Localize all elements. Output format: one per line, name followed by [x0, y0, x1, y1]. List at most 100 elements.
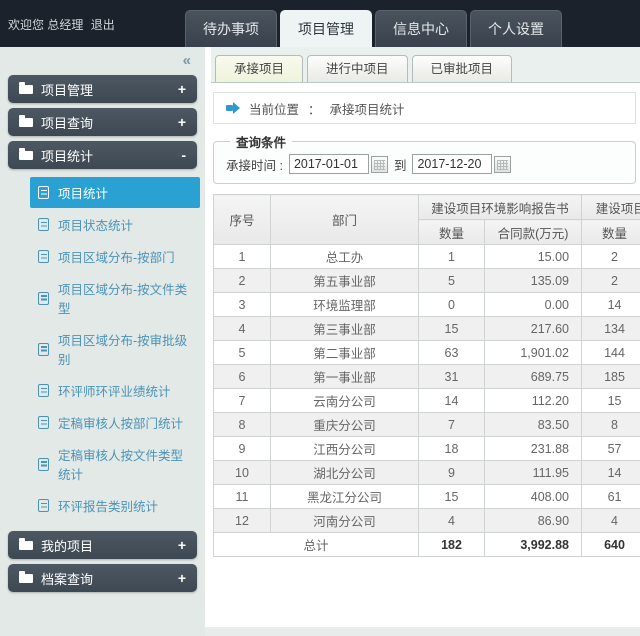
- document-icon: [38, 458, 49, 471]
- date-from-input[interactable]: [289, 154, 369, 174]
- top-tab-2[interactable]: 项目管理: [280, 10, 372, 47]
- table-row: 2第五事业部5135.092: [214, 269, 640, 293]
- cell-seq: 11: [214, 485, 271, 509]
- document-icon: [38, 250, 49, 263]
- cell-amount: 0.00: [485, 293, 582, 317]
- logout-link[interactable]: 退出: [91, 18, 115, 32]
- document-icon: [38, 499, 49, 512]
- cell-count1: 15: [419, 317, 485, 341]
- subcol-header: 数量: [582, 220, 640, 245]
- cell-seq: 2: [214, 269, 271, 293]
- expand-toggle-icon[interactable]: +: [178, 570, 186, 586]
- top-tab-3[interactable]: 信息中心: [375, 10, 467, 47]
- cell-amount: 408.00: [485, 485, 582, 509]
- sidebar-item[interactable]: 环评师环评业绩统计: [30, 375, 200, 406]
- cell-amount: 15.00: [485, 245, 582, 269]
- sidebar-item[interactable]: 项目状态统计: [30, 209, 200, 240]
- table-row: 3环境监理部00.0014: [214, 293, 640, 317]
- cell-dept: 重庆分公司: [271, 413, 419, 437]
- cell-count2: 4: [582, 509, 640, 533]
- cell-count1: 14: [419, 389, 485, 413]
- cell-dept: 环境监理部: [271, 293, 419, 317]
- table-row: 10湖北分公司9111.9514: [214, 461, 640, 485]
- cell-amount: 86.90: [485, 509, 582, 533]
- breadcrumb: 当前位置 ： 承接项目统计: [213, 92, 636, 124]
- welcome-bar: 欢迎您 总经理 退出: [8, 16, 115, 33]
- breadcrumb-separator: ：: [308, 99, 321, 118]
- cell-count1: 4: [419, 509, 485, 533]
- content-tab-2[interactable]: 进行中项目: [307, 55, 408, 82]
- cell-dept: 湖北分公司: [271, 461, 419, 485]
- sidebar-section-4[interactable]: 我的项目 +: [8, 531, 197, 559]
- expand-toggle-icon[interactable]: -: [181, 147, 186, 163]
- sidebar-collapse-icon[interactable]: «: [0, 49, 205, 70]
- expand-toggle-icon[interactable]: +: [178, 114, 186, 130]
- to-label: 到: [394, 155, 407, 174]
- cell-total-count2: 640: [582, 533, 640, 557]
- cell-amount: 231.88: [485, 437, 582, 461]
- sidebar-section-2[interactable]: 项目查询+: [8, 108, 197, 136]
- sidebar-item[interactable]: 定稿审核人按文件类型统计: [30, 439, 200, 489]
- sidebar-item[interactable]: 项目区域分布-按审批级别: [30, 324, 200, 374]
- cell-count1: 7: [419, 413, 485, 437]
- sidebar-item[interactable]: 项目统计: [30, 177, 200, 208]
- table-row: 9江西分公司18231.8857: [214, 437, 640, 461]
- document-icon: [38, 218, 49, 231]
- content-tab-3[interactable]: 已审批项目: [412, 55, 513, 82]
- table-row: 12河南分公司486.904: [214, 509, 640, 533]
- cell-count2: 2: [582, 269, 640, 293]
- cell-total-count1: 182: [419, 533, 485, 557]
- sidebar-section-5[interactable]: 档案查询+: [8, 564, 197, 592]
- document-icon: [38, 186, 49, 199]
- sidebar-section-label: 项目统计: [41, 146, 93, 165]
- cell-dept: 云南分公司: [271, 389, 419, 413]
- cell-count2: 61: [582, 485, 640, 509]
- cell-amount: 1,901.02: [485, 341, 582, 365]
- cell-count2: 2: [582, 245, 640, 269]
- cell-total-label: 总计: [214, 533, 419, 557]
- cell-amount: 83.50: [485, 413, 582, 437]
- table-row: 11黑龙江分公司15408.0061: [214, 485, 640, 509]
- sidebar-section-3[interactable]: 项目统计 -: [8, 141, 197, 169]
- arrow-right-icon: [226, 102, 240, 114]
- document-icon: [38, 292, 49, 305]
- cell-amount: 112.20: [485, 389, 582, 413]
- calendar-icon[interactable]: [371, 156, 388, 173]
- cell-count2: 14: [582, 293, 640, 317]
- cell-count1: 63: [419, 341, 485, 365]
- sidebar-item[interactable]: 环评报告类别统计: [30, 490, 200, 521]
- folder-icon: [19, 151, 33, 160]
- expand-toggle-icon[interactable]: +: [178, 81, 186, 97]
- sidebar-item-label: 环评师环评业绩统计: [58, 381, 171, 400]
- cell-count1: 9: [419, 461, 485, 485]
- calendar-icon[interactable]: [494, 156, 511, 173]
- sidebar-section-1[interactable]: 项目管理+: [8, 75, 197, 103]
- cell-dept: 河南分公司: [271, 509, 419, 533]
- document-icon: [38, 343, 49, 356]
- content-tab-1[interactable]: 承接项目: [215, 55, 303, 82]
- sidebar-item-label: 定稿审核人按文件类型统计: [58, 445, 192, 483]
- folder-icon: [19, 574, 33, 583]
- table-total-row: 总计1823,992.88640: [214, 533, 640, 557]
- folder-icon: [19, 118, 33, 127]
- sidebar-item[interactable]: 项目区域分布-按文件类型: [30, 273, 200, 323]
- cell-seq: 10: [214, 461, 271, 485]
- cell-seq: 1: [214, 245, 271, 269]
- document-icon: [38, 384, 49, 397]
- top-tab-4[interactable]: 个人设置: [470, 10, 562, 47]
- sidebar-item-label: 项目区域分布-按部门: [58, 247, 175, 266]
- sidebar-item[interactable]: 项目区域分布-按部门: [30, 241, 200, 272]
- stats-table: 序号部门建设项目环境影响报告书建设项目环境影响报告表数量合同款(万元)数量1总工…: [213, 194, 640, 557]
- cell-seq: 3: [214, 293, 271, 317]
- date-to-input[interactable]: [412, 154, 492, 174]
- cell-dept: 总工办: [271, 245, 419, 269]
- cell-dept: 第二事业部: [271, 341, 419, 365]
- date-range-label: 承接时间 :: [226, 155, 283, 174]
- sidebar-section-label: 我的项目: [41, 536, 93, 555]
- sidebar-item-label: 项目统计: [58, 183, 108, 202]
- top-tab-1[interactable]: 待办事项: [185, 10, 277, 47]
- sidebar-item[interactable]: 定稿审核人按部门统计: [30, 407, 200, 438]
- cell-dept: 第一事业部: [271, 365, 419, 389]
- expand-toggle-icon[interactable]: +: [178, 537, 186, 553]
- cell-count2: 185: [582, 365, 640, 389]
